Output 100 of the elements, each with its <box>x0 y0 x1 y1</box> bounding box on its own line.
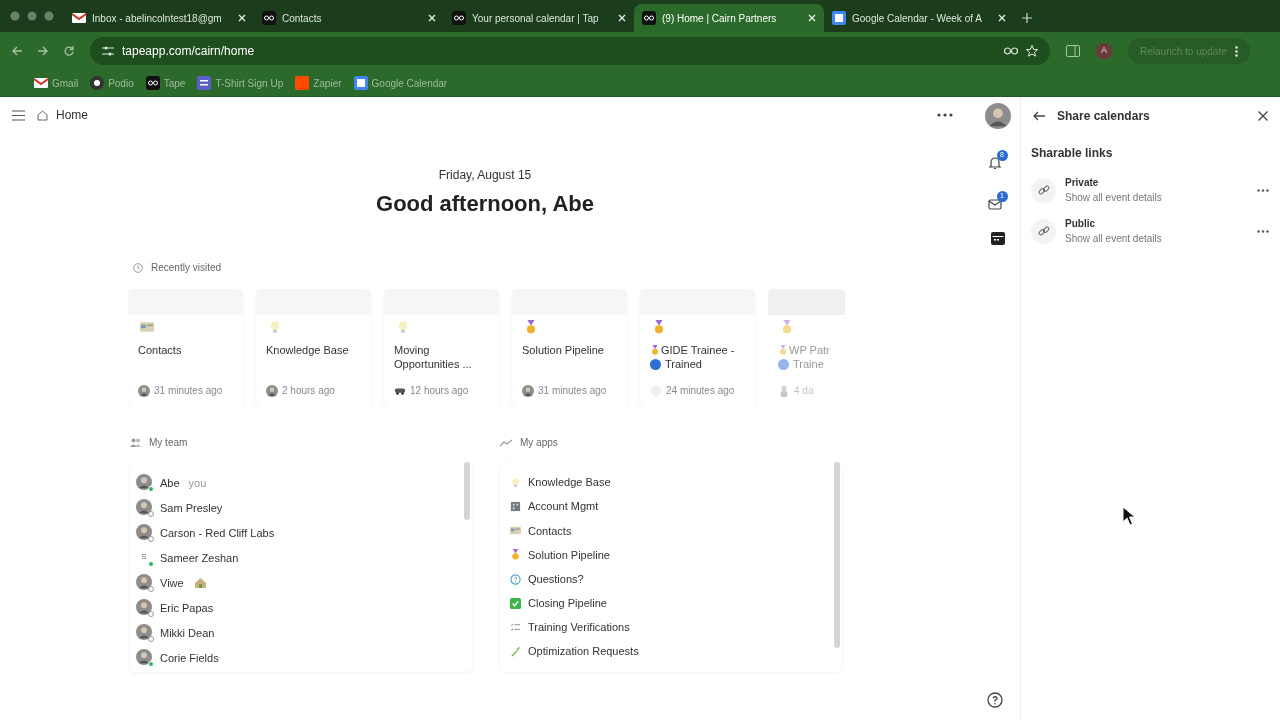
avatar <box>136 599 152 617</box>
reload-icon[interactable] <box>64 46 74 56</box>
app-item[interactable]: Account Mgmt <box>506 498 836 516</box>
section-label: My apps <box>520 436 558 450</box>
tab-title: Google Calendar - Week of A <box>852 11 983 26</box>
member-name: Mikki Dean <box>160 625 215 641</box>
profile-button[interactable]: A <box>1096 43 1112 59</box>
forward-icon[interactable] <box>38 46 48 56</box>
browser-tab[interactable]: Google Calendar - Week of A <box>824 4 1014 32</box>
browser-tab[interactable]: Your personal calendar | Tap <box>444 4 634 32</box>
more-icon[interactable] <box>1257 188 1269 192</box>
address-bar[interactable]: tapeapp.com/cairn/home <box>90 37 1050 65</box>
card-icon <box>140 320 154 334</box>
ball-icon <box>650 358 661 370</box>
recent-card[interactable]: Solution Pipeline 31 minutes ago <box>512 289 627 407</box>
calendar-icon[interactable] <box>990 232 1005 245</box>
app-item[interactable]: Solution Pipeline <box>506 546 836 564</box>
tab-title: Your personal calendar | Tap <box>472 11 600 26</box>
share-link-row[interactable]: Private Show all event details <box>1031 175 1270 205</box>
team-member[interactable]: Abe you <box>136 474 466 492</box>
date-text: Friday, August 15 <box>437 167 533 184</box>
browser-tab[interactable]: Contacts <box>254 4 444 32</box>
visit-time: 31 minutes ago <box>538 384 607 398</box>
close-icon[interactable] <box>1258 111 1268 121</box>
back-icon[interactable] <box>1033 111 1045 121</box>
app-item[interactable]: Closing Pipeline <box>506 594 836 612</box>
link-subtitle: Show all event details <box>1065 232 1163 246</box>
avatar <box>778 384 790 397</box>
recent-card[interactable]: Contacts 31 minutes ago <box>128 289 243 407</box>
link-title: Private <box>1065 176 1100 190</box>
recent-card[interactable]: Moving Opportunities ... 12 hours ago <box>384 289 499 407</box>
member-name: Eric Papas <box>160 600 214 616</box>
profile-avatar[interactable] <box>984 103 1011 129</box>
you-label: you <box>188 475 207 491</box>
share-link-row[interactable]: Public Show all event details <box>1031 216 1270 246</box>
recent-card[interactable]: GIDE Trainee - Trained 24 minutes ago <box>640 289 755 407</box>
team-member[interactable]: Mikki Dean <box>136 624 466 642</box>
url-text: tapeapp.com/cairn/home <box>122 43 256 60</box>
visit-time: 12 hours ago <box>410 384 469 398</box>
mail-icon <box>34 77 48 89</box>
ball-icon <box>778 358 789 370</box>
medal-icon <box>778 345 788 355</box>
team-member[interactable]: Carson - Red Cliff Labs <box>136 524 466 542</box>
visit-time: 2 hours ago <box>282 384 335 398</box>
greeting-heading: Good afternoon, Abe <box>375 190 595 218</box>
clock-icon <box>133 262 143 273</box>
question-icon <box>510 573 521 585</box>
menu-icon[interactable] <box>12 109 25 121</box>
side-panel-icon[interactable] <box>1066 45 1080 57</box>
visit-time: 4 da <box>794 384 814 398</box>
avatar <box>136 624 152 642</box>
site-settings-icon <box>102 46 114 56</box>
more-icon[interactable] <box>1257 229 1269 233</box>
tab-title: Inbox - abelincolntest18@gm <box>92 11 223 26</box>
help-icon[interactable] <box>987 692 1003 708</box>
member-name: Abe <box>160 475 180 491</box>
list-icon <box>197 76 212 90</box>
app-item[interactable]: Optimization Requests <box>506 642 836 660</box>
avatar <box>138 384 150 397</box>
card-title: Knowledge Base <box>265 343 350 358</box>
building-icon <box>510 501 521 513</box>
lightbulb-icon <box>268 320 282 334</box>
medal-icon <box>780 320 794 334</box>
home-icon <box>37 109 48 121</box>
people-icon <box>130 438 141 447</box>
trend-icon <box>500 438 512 447</box>
cursor-icon <box>1122 506 1136 526</box>
browser-tab[interactable]: (9) Home | Cairn Partners <box>634 4 824 32</box>
scrollbar-thumb[interactable] <box>834 462 840 648</box>
member-name: Corie Fields <box>160 650 219 666</box>
calendar-icon <box>353 76 368 90</box>
more-icon[interactable] <box>937 113 953 117</box>
medal-icon <box>650 345 660 355</box>
new-tab-icon[interactable] <box>1022 13 1032 23</box>
browser-tab[interactable]: Inbox - abelincolntest18@gm <box>64 4 254 32</box>
link-subtitle: Show all event details <box>1065 191 1163 205</box>
lightbulb-icon <box>396 320 410 334</box>
team-member[interactable]: S Sameer Zeshan <box>136 549 466 567</box>
team-member[interactable]: Viwe <box>136 574 466 592</box>
square-logo-icon <box>295 76 310 90</box>
app-item[interactable]: Knowledge Base <box>506 474 836 492</box>
star-icon[interactable] <box>1026 45 1038 57</box>
app-item[interactable]: Training Verifications <box>506 618 836 636</box>
team-member[interactable]: Corie Fields <box>136 649 466 667</box>
circle-logo-icon <box>90 76 105 90</box>
more-icon <box>1234 45 1238 57</box>
avatar <box>136 649 152 667</box>
section-heading: Sharable links <box>1031 145 1114 162</box>
scrollbar-thumb[interactable] <box>464 462 470 520</box>
recent-card[interactable]: Knowledge Base 2 hours ago <box>256 289 371 407</box>
visit-time: 31 minutes ago <box>154 384 223 398</box>
app-item[interactable]: Contacts <box>506 522 836 540</box>
card-icon <box>510 525 521 537</box>
window-controls-icon <box>10 11 54 21</box>
team-member[interactable]: Eric Papas <box>136 599 466 617</box>
breadcrumb-home[interactable]: Home <box>37 106 88 124</box>
tab-title: Contacts <box>282 11 323 26</box>
team-member[interactable]: Sam Presley <box>136 499 466 517</box>
app-item[interactable]: Questions? <box>506 570 836 588</box>
link-icon <box>1031 218 1056 244</box>
